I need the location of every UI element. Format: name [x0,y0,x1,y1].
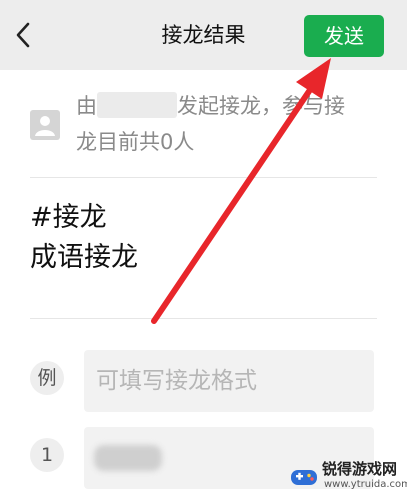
send-button[interactable]: 发送 [304,15,384,57]
blurred-entry-text [94,445,162,471]
title-bar: 接龙结果 发送 [0,0,407,70]
entry-number-label: 1 [30,438,64,472]
initiator-text: 由 发起接龙，参与接 龙目前共0人 [76,88,376,160]
initiator-info: 由 发起接龙，参与接 龙目前共0人 [0,70,407,177]
site-watermark: 锐得游戏网 www.ytruida.com [290,459,407,495]
watermark-url: www.ytruida.com [324,479,407,490]
format-input[interactable]: 可填写接龙格式 [84,350,374,412]
divider [30,177,377,178]
blurred-user-name [97,92,177,118]
avatar [30,110,60,140]
example-label: 例 [30,361,64,395]
content-hashtag: #接龙 [30,202,107,233]
initiator-prefix: 由 [76,94,97,118]
initiator-middle: 发起接龙，参与接 [177,94,345,118]
divider [30,318,377,319]
solitaire-content[interactable]: #接龙 成语接龙 [30,198,138,278]
default-avatar-icon [35,116,55,136]
watermark-name: 锐得游戏网 [322,460,398,478]
participant-count: 龙目前共0人 [76,130,195,154]
content-title: 成语接龙 [30,242,138,273]
gamepad-logo-icon [291,470,317,485]
format-placeholder: 可填写接龙格式 [96,368,257,394]
